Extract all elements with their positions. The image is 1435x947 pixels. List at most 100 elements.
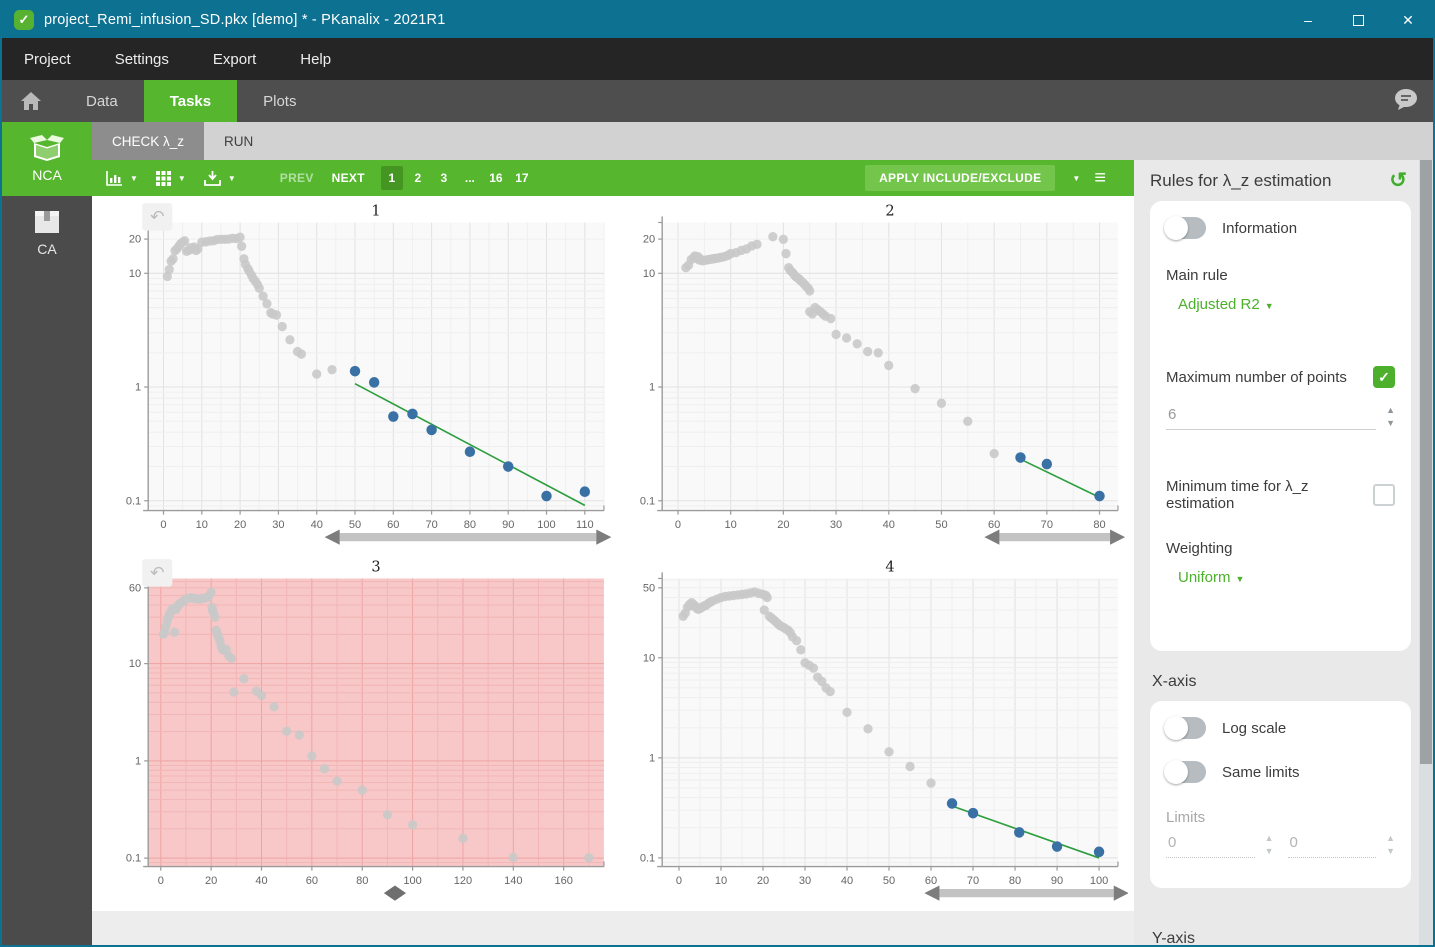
- max-points-input[interactable]: 6: [1166, 404, 1376, 430]
- data-point-excluded[interactable]: [763, 592, 772, 601]
- menu-help[interactable]: Help: [280, 51, 351, 68]
- minimize-button[interactable]: –: [1283, 2, 1333, 38]
- data-point-excluded[interactable]: [227, 653, 236, 662]
- data-point-excluded[interactable]: [963, 417, 972, 426]
- page-button-17[interactable]: 17: [511, 166, 533, 190]
- menu-settings[interactable]: Settings: [95, 51, 189, 68]
- close-button[interactable]: ✕: [1383, 2, 1433, 38]
- x-limit-min-stepper[interactable]: ▲▼: [1265, 834, 1274, 858]
- main-rule-dropdown[interactable]: Adjusted R2▼: [1178, 296, 1274, 313]
- data-point-excluded[interactable]: [458, 833, 467, 842]
- export-plot-button[interactable]: ▼: [204, 171, 236, 186]
- data-point-included[interactable]: [1094, 491, 1104, 502]
- data-point-excluded[interactable]: [282, 726, 291, 735]
- x-limit-min-input[interactable]: 0: [1166, 832, 1255, 858]
- data-point-excluded[interactable]: [863, 724, 872, 733]
- tab-tasks[interactable]: Tasks: [144, 80, 237, 122]
- information-toggle[interactable]: [1166, 217, 1206, 239]
- data-point-excluded[interactable]: [779, 235, 788, 244]
- data-point-excluded[interactable]: [831, 330, 840, 339]
- data-point-excluded[interactable]: [272, 310, 281, 319]
- data-point-excluded[interactable]: [229, 687, 238, 696]
- home-button[interactable]: [2, 80, 60, 122]
- data-point-excluded[interactable]: [926, 778, 935, 787]
- data-point-included[interactable]: [1042, 459, 1052, 470]
- apply-include-exclude-button[interactable]: APPLY INCLUDE/EXCLUDE: [865, 165, 1055, 191]
- data-point-excluded[interactable]: [509, 852, 518, 861]
- data-point-included[interactable]: [1052, 841, 1062, 852]
- data-point-included[interactable]: [388, 411, 398, 422]
- x-limit-max-input[interactable]: 0: [1288, 832, 1377, 858]
- subtab-check-lambda-z[interactable]: CHECK λ_z: [92, 122, 204, 160]
- menu-export[interactable]: Export: [193, 51, 276, 68]
- x-range-slider[interactable]: [924, 885, 1128, 900]
- data-point-excluded[interactable]: [235, 232, 244, 241]
- prev-page-button[interactable]: PREV: [280, 171, 314, 185]
- data-point-excluded[interactable]: [237, 242, 246, 251]
- sidebar-item-ca[interactable]: CA: [2, 196, 92, 270]
- data-point-excluded[interactable]: [358, 785, 367, 794]
- feedback-bubble-icon[interactable]: [1393, 88, 1419, 116]
- max-points-stepper[interactable]: ▲▼: [1386, 406, 1395, 430]
- data-point-excluded[interactable]: [257, 690, 266, 699]
- data-point-excluded[interactable]: [278, 322, 287, 331]
- page-button-2[interactable]: 2: [407, 166, 429, 190]
- tab-plots[interactable]: Plots: [237, 80, 322, 122]
- data-point-included[interactable]: [369, 377, 379, 388]
- data-point-included[interactable]: [407, 409, 417, 420]
- reset-zoom-button[interactable]: ↶: [142, 559, 172, 587]
- data-point-included[interactable]: [426, 425, 436, 436]
- data-point-excluded[interactable]: [842, 707, 851, 716]
- weighting-dropdown[interactable]: Uniform▼: [1178, 569, 1244, 586]
- data-point-excluded[interactable]: [269, 702, 278, 711]
- x-log-scale-toggle[interactable]: [1166, 717, 1206, 739]
- data-point-excluded[interactable]: [165, 265, 174, 274]
- data-point-included[interactable]: [968, 807, 978, 818]
- maximize-button[interactable]: [1333, 2, 1383, 38]
- data-point-excluded[interactable]: [905, 761, 914, 770]
- plot-subject-4[interactable]: 501010.101020304050607080901004: [614, 556, 1128, 912]
- data-point-excluded[interactable]: [332, 776, 341, 785]
- data-point-included[interactable]: [1094, 846, 1104, 857]
- data-point-excluded[interactable]: [210, 612, 219, 621]
- sidebar-item-nca[interactable]: NCA: [2, 122, 92, 196]
- data-point-excluded[interactable]: [239, 673, 248, 682]
- data-point-included[interactable]: [541, 491, 551, 502]
- data-point-excluded[interactable]: [584, 853, 593, 862]
- plot-type-button[interactable]: ▼: [106, 171, 138, 186]
- data-point-included[interactable]: [580, 486, 590, 497]
- data-point-excluded[interactable]: [792, 636, 801, 645]
- tab-data[interactable]: Data: [60, 80, 144, 122]
- data-point-excluded[interactable]: [307, 751, 316, 760]
- data-point-excluded[interactable]: [262, 299, 271, 308]
- data-point-included[interactable]: [350, 366, 360, 377]
- data-point-included[interactable]: [1014, 827, 1024, 838]
- data-point-included[interactable]: [1015, 452, 1025, 463]
- data-point-excluded[interactable]: [842, 333, 851, 342]
- plot-subject-2[interactable]: 201010.1010203040506070802: [614, 200, 1128, 556]
- page-button-1[interactable]: 1: [381, 166, 403, 190]
- data-point-excluded[interactable]: [796, 645, 805, 654]
- data-point-excluded[interactable]: [826, 314, 835, 323]
- x-limit-max-stepper[interactable]: ▲▼: [1386, 834, 1395, 858]
- data-point-excluded[interactable]: [809, 663, 818, 672]
- data-point-excluded[interactable]: [285, 335, 294, 344]
- x-range-slider[interactable]: [984, 529, 1125, 544]
- data-point-excluded[interactable]: [752, 240, 761, 249]
- grid-layout-button[interactable]: ▼: [156, 171, 186, 186]
- data-point-excluded[interactable]: [781, 249, 790, 258]
- menu-hamburger-icon[interactable]: ≡: [1094, 167, 1106, 190]
- data-point-excluded[interactable]: [168, 254, 177, 263]
- data-point-excluded[interactable]: [863, 347, 872, 356]
- data-point-excluded[interactable]: [383, 809, 392, 818]
- data-point-excluded[interactable]: [937, 399, 946, 408]
- data-point-excluded[interactable]: [874, 348, 883, 357]
- data-point-included[interactable]: [465, 446, 475, 457]
- data-point-excluded[interactable]: [327, 365, 336, 374]
- data-point-excluded[interactable]: [884, 747, 893, 756]
- data-point-excluded[interactable]: [910, 384, 919, 393]
- x-range-slider[interactable]: [325, 529, 612, 544]
- data-point-excluded[interactable]: [768, 232, 777, 241]
- data-point-excluded[interactable]: [170, 627, 179, 636]
- x-range-slider-collapsed[interactable]: [384, 885, 406, 900]
